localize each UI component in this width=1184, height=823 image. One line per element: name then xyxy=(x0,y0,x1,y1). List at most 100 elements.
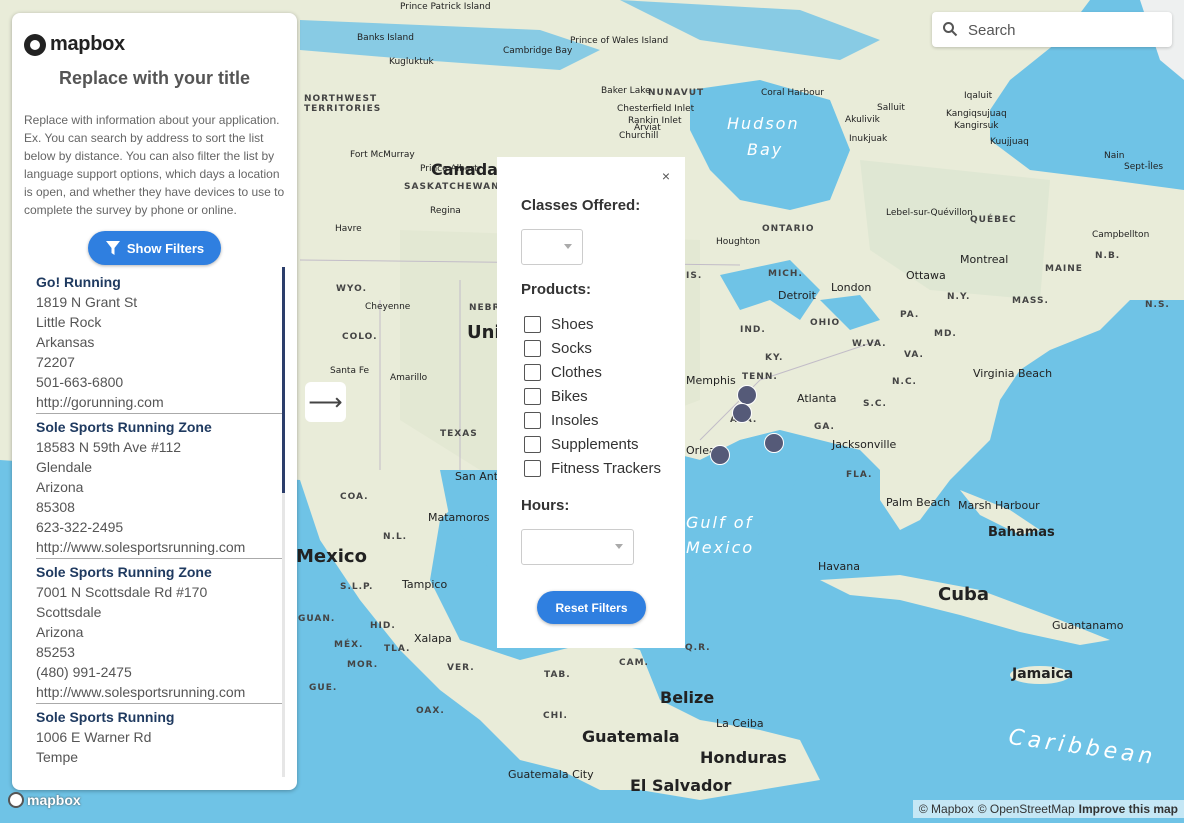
store-zip: 85308 xyxy=(36,499,75,515)
map-label-city: Jacksonville xyxy=(832,438,897,451)
map-label-city: Cambridge Bay xyxy=(503,46,573,56)
show-filters-button[interactable]: Show Filters xyxy=(88,231,221,265)
hours-select[interactable] xyxy=(521,529,634,565)
reset-filters-button[interactable]: Reset Filters xyxy=(537,591,646,624)
store-name[interactable]: Sole Sports Running Zone xyxy=(36,417,282,437)
checkbox[interactable] xyxy=(524,316,541,333)
scrollbar-thumb[interactable] xyxy=(282,267,285,493)
store-state: Arkansas xyxy=(36,334,95,350)
map-label-region: Q.R. xyxy=(685,643,711,653)
store-state: Arizona xyxy=(36,479,84,495)
map-label-region: WYO. xyxy=(336,284,367,294)
map-label-region: TAB. xyxy=(544,670,571,680)
attribution-mapbox-link[interactable]: © Mapbox xyxy=(919,802,974,816)
app-description: Replace with information about your appl… xyxy=(24,113,285,217)
map-label-region: HID. xyxy=(370,621,396,631)
checkbox-label: Insoles xyxy=(551,412,599,429)
product-checkbox-bikes[interactable]: Bikes xyxy=(524,388,588,405)
map-label-region: OAX. xyxy=(416,706,445,716)
search-input[interactable] xyxy=(966,18,1165,42)
map-label-country: Mexico xyxy=(296,546,367,567)
map-label-region: TLA. xyxy=(384,644,411,654)
store-name[interactable]: Go! Running xyxy=(36,272,282,292)
map-label-region: N.C. xyxy=(892,377,917,387)
store-name[interactable]: Sole Sports Running Zone xyxy=(36,562,282,582)
map-label-city: Nain xyxy=(1104,151,1125,161)
mapbox-logo-icon xyxy=(8,792,24,808)
map-label-country: Guatemala xyxy=(582,727,680,746)
map-label-city: Prince Patrick Island xyxy=(400,2,491,12)
map-label-region: TEXAS xyxy=(440,429,478,439)
map-label-city: Guatemala City xyxy=(508,768,594,781)
store-city: Scottsdale xyxy=(36,604,102,620)
map-label-city: Salluit xyxy=(877,103,905,113)
checkbox[interactable] xyxy=(524,436,541,453)
list-item[interactable]: Go! Running 1819 N Grant St Little Rock … xyxy=(36,269,282,414)
checkbox[interactable] xyxy=(524,460,541,477)
map-label-region: MD. xyxy=(934,329,957,339)
checkbox[interactable] xyxy=(524,364,541,381)
store-list[interactable]: Go! Running 1819 N Grant St Little Rock … xyxy=(36,269,282,783)
store-name[interactable]: Sole Sports Running xyxy=(36,707,282,727)
map-label-city: Kangirsuk xyxy=(954,121,999,131)
list-scrollbar[interactable] xyxy=(282,267,285,777)
map-label-region: N.B. xyxy=(1095,251,1121,261)
store-phone: 623-322-2495 xyxy=(36,519,124,535)
map-label-region: KY. xyxy=(765,353,784,363)
product-checkbox-insoles[interactable]: Insoles xyxy=(524,412,599,429)
product-checkbox-supplements[interactable]: Supplements xyxy=(524,436,639,453)
checkbox[interactable] xyxy=(524,340,541,357)
store-marker[interactable] xyxy=(732,403,752,423)
product-checkbox-shoes[interactable]: Shoes xyxy=(524,316,594,333)
store-website[interactable]: http://www.solesportsrunning.com xyxy=(36,682,282,702)
map-label-city: Montreal xyxy=(960,253,1009,266)
list-item[interactable]: Sole Sports Running Zone 18583 N 59th Av… xyxy=(36,414,282,559)
map-label-city: Prince of Wales Island xyxy=(570,36,669,46)
store-state: Arizona xyxy=(36,624,84,640)
classes-select[interactable] xyxy=(521,229,583,265)
store-city: Glendale xyxy=(36,459,93,475)
map-label-region: FLA. xyxy=(846,470,873,480)
map-label-region: QUÉBEC xyxy=(970,215,1017,225)
map-label-region: N.Y. xyxy=(947,292,971,302)
product-checkbox-socks[interactable]: Socks xyxy=(524,340,592,357)
close-icon[interactable]: × xyxy=(662,168,670,184)
checkbox-label: Shoes xyxy=(551,316,594,333)
mapbox-logo: mapbox xyxy=(24,33,125,56)
improve-map-link[interactable]: Improve this map xyxy=(1079,802,1178,816)
mapbox-map-logo[interactable]: mapbox xyxy=(8,792,81,808)
map-label-region: N.L. xyxy=(383,532,408,542)
map-label-region: NUNAVUT xyxy=(648,88,705,98)
product-checkbox-clothes[interactable]: Clothes xyxy=(524,364,602,381)
map-label-region: S.C. xyxy=(863,399,887,409)
store-marker[interactable] xyxy=(764,433,784,453)
store-website[interactable]: http://gorunning.com xyxy=(36,392,282,412)
map-label-city: Virginia Beach xyxy=(973,367,1053,380)
store-phone: (480) 991-2475 xyxy=(36,664,132,680)
checkbox[interactable] xyxy=(524,388,541,405)
sidebar: mapbox Replace with your title Replace w… xyxy=(12,13,297,790)
map-label-city: Kuujjuaq xyxy=(990,137,1029,147)
product-checkbox-fitness-trackers[interactable]: Fitness Trackers xyxy=(524,460,661,477)
map-label-city: Atlanta xyxy=(797,392,837,405)
map-label-city: Lebel-sur-Quévillon xyxy=(886,208,973,218)
map-label-city: London xyxy=(831,281,872,294)
map-label-region: TENN. xyxy=(742,372,778,382)
checkbox-label: Supplements xyxy=(551,436,639,453)
list-item[interactable]: Sole Sports Running 1006 E Warner Rd Tem… xyxy=(36,704,282,768)
store-marker[interactable] xyxy=(737,385,757,405)
map-label-city: Matamoros xyxy=(428,511,490,524)
list-item[interactable]: Sole Sports Running Zone 7001 N Scottsda… xyxy=(36,559,282,704)
map-label-region: SASKATCHEWAN xyxy=(404,182,500,192)
map-label-region: VER. xyxy=(447,663,475,673)
map-label-region: ONTARIO xyxy=(762,224,815,234)
map-label-city: La Ceiba xyxy=(716,717,764,730)
checkbox-label: Socks xyxy=(551,340,592,357)
store-website[interactable]: http://www.solesportsrunning.com xyxy=(36,537,282,557)
checkbox[interactable] xyxy=(524,412,541,429)
store-marker[interactable] xyxy=(710,445,730,465)
toggle-sidebar-button[interactable]: ⟶ xyxy=(305,382,346,422)
attribution-osm-link[interactable]: © OpenStreetMap xyxy=(978,802,1075,816)
search-bar[interactable] xyxy=(932,12,1172,47)
map-label-city: Churchill xyxy=(619,131,659,141)
